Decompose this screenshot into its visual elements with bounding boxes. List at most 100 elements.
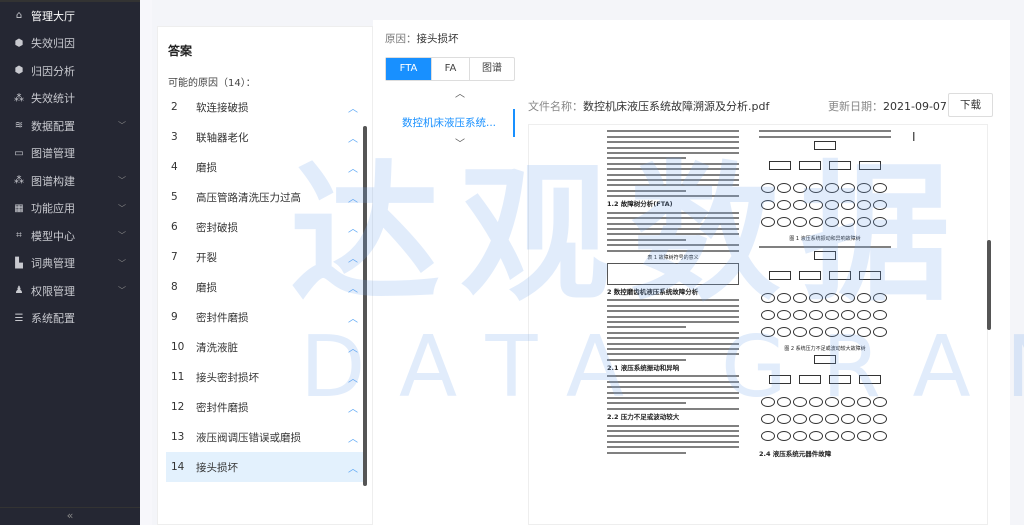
chevron-up-icon[interactable]: ︿	[348, 310, 358, 325]
cause-list-item[interactable]: 3 联轴器老化 ︿	[166, 122, 366, 152]
chevron-up-icon[interactable]: ︿	[348, 130, 358, 145]
pdf-scrollbar[interactable]	[987, 240, 991, 330]
chevron-up-icon[interactable]: ︿	[348, 220, 358, 235]
cause-list-item[interactable]: 2 软连接破损 ︿	[166, 92, 366, 122]
pdf-text-line	[607, 386, 739, 389]
analysis-tabs: FTA FA 图谱	[385, 57, 515, 81]
pdf-text-line	[607, 135, 739, 138]
sidebar-item[interactable]: ≋ 数据配置 ﹀	[0, 112, 140, 140]
cause-number: 2	[171, 101, 178, 113]
pdf-text-line	[607, 299, 739, 302]
cause-list-item[interactable]: 5 高压管路清洗压力过高 ︿	[166, 182, 366, 212]
sidebar-item[interactable]: ☰ 系统配置	[0, 305, 140, 333]
symbol-table	[607, 262, 739, 285]
settings-panel-icon: ☰	[14, 312, 24, 324]
chevron-up-icon[interactable]: ︿	[348, 190, 358, 205]
pdf-text-line	[607, 249, 739, 252]
cause-list-item[interactable]: 7 开裂 ︿	[166, 242, 366, 272]
user-lock-icon: ♟	[14, 285, 24, 297]
cause-number: 9	[171, 311, 178, 323]
cause-label: 接头损坏	[196, 461, 238, 474]
pdf-text-line	[607, 189, 687, 192]
cause-list-item[interactable]: 14 接头损坏 ︿	[166, 452, 366, 482]
pdf-viewer[interactable]: 1.2 故障树分析(FTA) 表 1 故障树符号的意义 2 数控磨齿机液压系统故障分…	[528, 124, 988, 525]
cause-label: 密封件磨损	[196, 401, 249, 414]
home-icon: ⌂	[15, 10, 23, 22]
chevron-up-icon[interactable]: ︿	[348, 460, 358, 475]
cause-number: 8	[171, 281, 178, 293]
pdf-text-line	[607, 353, 739, 356]
download-button[interactable]: 下载	[948, 93, 993, 117]
chevron-up-icon[interactable]: ︿	[348, 370, 358, 385]
text-cursor-icon: I	[912, 130, 916, 144]
cause-number: 3	[171, 131, 178, 143]
tab-fa[interactable]: FA	[432, 58, 470, 80]
sidebar-item[interactable]: ⌂ 管理大厅	[0, 2, 140, 30]
fault-tree-figure	[759, 354, 891, 447]
sidebar-item-label: 失效归因	[31, 37, 75, 51]
pdf-text-line	[607, 331, 739, 334]
sidebar-item[interactable]: ♟ 权限管理 ﹀	[0, 277, 140, 305]
chevron-up-icon[interactable]: ︿	[455, 90, 465, 100]
pdf-text-line	[607, 424, 739, 427]
sidebar-item[interactable]: ⁂ 图谱构建 ﹀	[0, 167, 140, 195]
chevron-up-icon[interactable]: ︿	[348, 280, 358, 295]
sidebar-item[interactable]: ⌗ 模型中心 ﹀	[0, 222, 140, 250]
pdf-text-line	[607, 217, 739, 220]
pdf-text-line	[607, 304, 739, 307]
tab-fta[interactable]: FTA	[386, 58, 432, 80]
pdf-text-line	[607, 195, 739, 198]
cause-list-scrollbar[interactable]	[363, 126, 367, 486]
chevron-up-icon[interactable]: ︿	[348, 100, 358, 115]
cause-list: 2 软连接破损 ︿ 3 联轴器老化 ︿ 4 磨损 ︿ 5 高压管路清洗压力过高 ︿ 6 密封破损 ︿ 7 开裂 ︿…	[166, 92, 366, 482]
sidebar-item[interactable]: ⬢ 归因分析	[0, 57, 140, 85]
cause-list-item[interactable]: 8 磨损 ︿	[166, 272, 366, 302]
collapse-sidebar-button[interactable]: «	[0, 507, 140, 525]
pdf-text-line	[607, 440, 739, 443]
chevron-up-icon[interactable]: ︿	[348, 160, 358, 175]
pdf-text-line	[607, 162, 739, 165]
sidebar-item-label: 权限管理	[31, 284, 75, 298]
tab-graph[interactable]: 图谱	[470, 58, 514, 80]
cause-list-item[interactable]: 11 接头密封损坏 ︿	[166, 362, 366, 392]
cause-number: 12	[171, 401, 185, 413]
pdf-text-line	[607, 238, 687, 241]
pdf-text-line	[607, 184, 739, 187]
cause-list-item[interactable]: 4 磨损 ︿	[166, 152, 366, 182]
sidebar-item-label: 词典管理	[31, 257, 75, 271]
pdf-text-line	[607, 233, 739, 236]
chevron-up-icon[interactable]: ︿	[348, 250, 358, 265]
cause-label: 密封破损	[196, 221, 238, 234]
pdf-text-line	[607, 151, 739, 154]
chevron-up-icon[interactable]: ︿	[348, 430, 358, 445]
sidebar-item[interactable]: ▭ 图谱管理	[0, 140, 140, 168]
document-item[interactable]: 数控机床液压系统...	[402, 115, 496, 130]
sidebar-item-label: 图谱构建	[31, 174, 75, 188]
sidebar-item[interactable]: ▦ 功能应用 ﹀	[0, 195, 140, 223]
chevron-up-icon[interactable]: ︿	[348, 400, 358, 415]
sidebar-item[interactable]: ⁂ 失效统计	[0, 85, 140, 113]
chevron-down-icon: ﹀	[118, 203, 126, 213]
cause-number: 14	[171, 461, 185, 473]
reason-label: 原因：	[385, 33, 417, 45]
pdf-text-line	[607, 320, 739, 323]
sidebar-item[interactable]: ▙ 词典管理 ﹀	[0, 250, 140, 278]
nodes-icon: ⁂	[14, 175, 24, 187]
pdf-text-line	[607, 178, 739, 181]
cause-list-item[interactable]: 13 液压阀调压错误或磨损 ︿	[166, 422, 366, 452]
pdf-text-line	[607, 211, 739, 214]
cause-list-item[interactable]: 12 密封件磨损 ︿	[166, 392, 366, 422]
sidebar-item[interactable]: ⬢ 失效归因	[0, 30, 140, 58]
database-icon: ≋	[14, 120, 24, 132]
pdf-text-line	[607, 429, 739, 432]
pdf-text-line	[607, 358, 687, 361]
grid-icon: ▦	[14, 202, 24, 214]
pdf-text-line	[607, 407, 739, 410]
cause-list-item[interactable]: 6 密封破损 ︿	[166, 212, 366, 242]
cause-list-item[interactable]: 9 密封件磨损 ︿	[166, 302, 366, 332]
chevron-up-icon[interactable]: ︿	[348, 340, 358, 355]
pdf-heading: 图 2 系统压力不足或波动较大故障树	[784, 345, 866, 352]
cause-list-item[interactable]: 10 清洗液脏 ︿	[166, 332, 366, 362]
pdf-text-line	[759, 130, 891, 133]
chevron-down-icon[interactable]: ﹀	[455, 140, 465, 150]
